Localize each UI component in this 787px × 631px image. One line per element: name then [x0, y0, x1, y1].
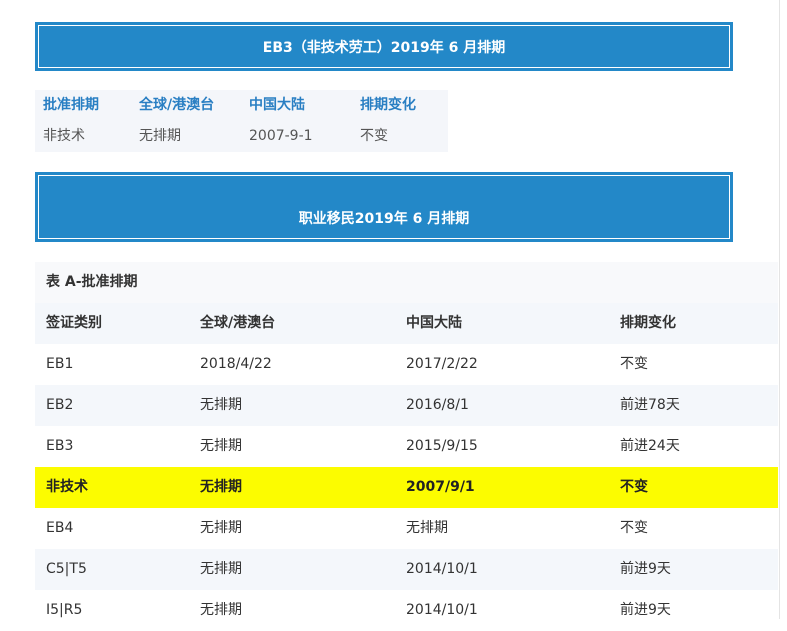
table-a: 表 A-批准排期 签证类别 全球/港澳台 中国大陆 排期变化 EB1 2018/…: [35, 262, 778, 631]
employment-title-banner: 职业移民2019年 6 月排期: [35, 172, 733, 242]
cell-china: 2007-9-1: [249, 128, 313, 144]
header-global: 全球/港澳台: [139, 97, 215, 113]
cell-category: 非技术: [43, 128, 85, 144]
cell-china: 2016/8/1: [406, 397, 469, 413]
cell-global: 无排期: [200, 561, 242, 577]
table-row: EB2 无排期 2016/8/1 前进78天: [35, 385, 778, 426]
cell-visa-type: I5|R5: [46, 602, 83, 618]
employment-title: 职业移民2019年 6 月排期: [298, 211, 470, 227]
cell-visa-type: EB3: [46, 438, 74, 454]
cell-change: 前进9天: [620, 561, 671, 577]
cell-global: 无排期: [200, 602, 242, 618]
table-row: EB1 2018/4/22 2017/2/22 不变: [35, 344, 778, 385]
table-header-row: 签证类别 全球/港澳台 中国大陆 排期变化: [35, 303, 778, 344]
table-row: EB4 无排期 无排期 不变: [35, 508, 778, 549]
cell-change: 前进78天: [620, 397, 680, 413]
header-change: 排期变化: [360, 97, 416, 113]
cell-change: 前进24天: [620, 438, 680, 454]
cell-china: 2007/9/1: [406, 479, 475, 495]
cell-china: 2017/2/22: [406, 356, 478, 372]
cell-visa-type: EB1: [46, 356, 74, 372]
header-change: 排期变化: [620, 315, 676, 331]
eb3-schedule-table: 批准排期 全球/港澳台 中国大陆 排期变化 非技术 无排期 2007-9-1 不…: [35, 90, 448, 152]
header-china: 中国大陆: [249, 97, 305, 113]
eb3-title-banner: EB3（非技术劳工）2019年 6 月排期: [35, 22, 733, 71]
header-approval: 批准排期: [43, 97, 99, 113]
header-global: 全球/港澳台: [200, 315, 276, 331]
cell-change: 不变: [620, 479, 648, 495]
header-visa-type: 签证类别: [46, 315, 102, 331]
cell-china: 2015/9/15: [406, 438, 478, 454]
cell-global: 无排期: [200, 520, 242, 536]
header-china: 中国大陆: [406, 315, 462, 331]
cell-change: 不变: [360, 128, 388, 144]
table-header-row: 批准排期 全球/港澳台 中国大陆 排期变化: [35, 90, 448, 121]
table-row: C5|T5 无排期 2014/10/1 前进9天: [35, 549, 778, 590]
cell-china: 2014/10/1: [406, 602, 478, 618]
table-row-highlighted: 非技术 无排期 2007/9/1 不变: [35, 467, 778, 508]
table-caption: 表 A-批准排期: [35, 262, 778, 303]
cell-global: 2018/4/22: [200, 356, 272, 372]
cell-global: 无排期: [200, 397, 242, 413]
cell-visa-type: 非技术: [46, 479, 88, 495]
table-row: 非技术 无排期 2007-9-1 不变: [35, 121, 448, 152]
table-row: EB3 无排期 2015/9/15 前进24天: [35, 426, 778, 467]
cell-visa-type: EB4: [46, 520, 74, 536]
cell-visa-type: C5|T5: [46, 561, 87, 577]
cell-china: 无排期: [406, 520, 448, 536]
cell-change: 不变: [620, 520, 648, 536]
cell-change: 前进9天: [620, 602, 671, 618]
page-divider: [779, 0, 780, 619]
table-row: I5|R5 无排期 2014/10/1 前进9天: [35, 590, 778, 631]
cell-global: 无排期: [200, 438, 242, 454]
cell-global: 无排期: [139, 128, 181, 144]
cell-global: 无排期: [200, 479, 242, 495]
cell-visa-type: EB2: [46, 397, 74, 413]
eb3-title: EB3（非技术劳工）2019年 6 月排期: [262, 40, 506, 56]
cell-china: 2014/10/1: [406, 561, 478, 577]
cell-change: 不变: [620, 356, 648, 372]
